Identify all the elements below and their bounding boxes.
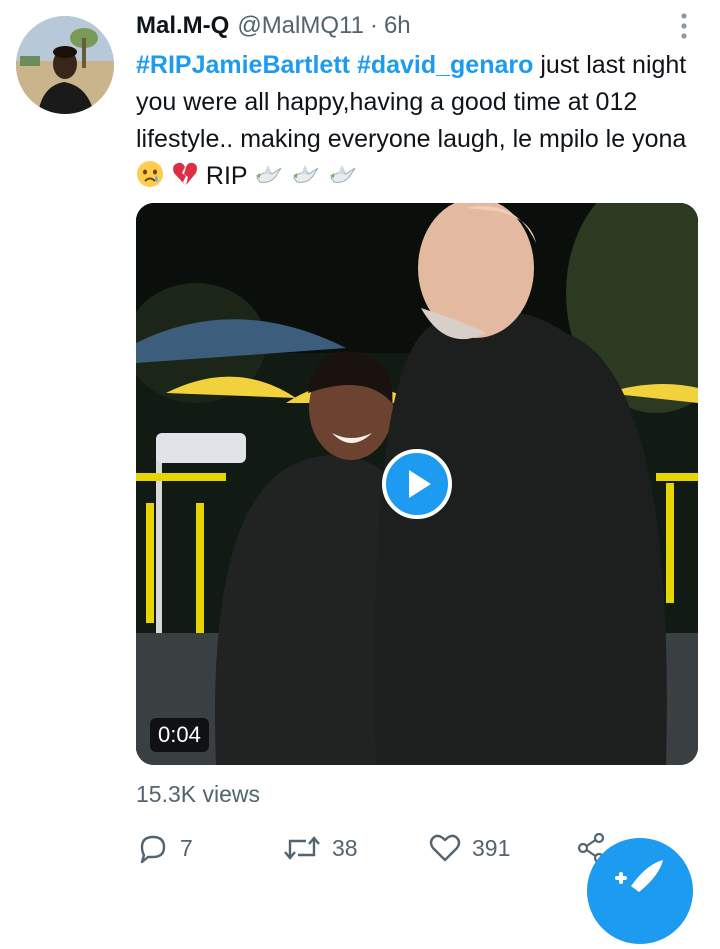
like-button[interactable]: 391 bbox=[428, 826, 510, 870]
play-icon bbox=[409, 470, 431, 498]
display-name[interactable]: Mal.M-Q bbox=[136, 12, 229, 40]
reply-button[interactable]: 7 bbox=[136, 826, 193, 870]
avatar[interactable] bbox=[16, 16, 114, 114]
dove-emoji bbox=[291, 162, 321, 199]
more-options-icon[interactable] bbox=[672, 10, 696, 44]
retweet-icon bbox=[284, 836, 320, 860]
tweet-header: Mal.M-Q @MalMQ11 · 6h bbox=[136, 12, 411, 42]
compose-tweet-button[interactable] bbox=[587, 838, 693, 944]
video-duration: 0:04 bbox=[150, 718, 209, 752]
retweet-count: 38 bbox=[332, 834, 358, 861]
broken-heart-emoji bbox=[171, 160, 199, 199]
compose-icon bbox=[615, 860, 663, 892]
hashtag-rip-jamie-bartlett[interactable]: #RIPJamieBartlett bbox=[136, 51, 350, 79]
reply-count: 7 bbox=[180, 834, 193, 861]
user-handle[interactable]: @MalMQ11 bbox=[237, 12, 364, 40]
tweet-time[interactable]: 6h bbox=[384, 12, 411, 40]
dove-emoji bbox=[328, 162, 358, 199]
tweet-rip-text: RIP bbox=[205, 162, 248, 190]
separator-dot: · bbox=[369, 12, 378, 39]
heart-icon bbox=[429, 834, 461, 862]
hashtag-david-genaro[interactable]: #david_genaro bbox=[357, 51, 533, 79]
tweet-text: #RIPJamieBartlett #david_genaro just las… bbox=[136, 47, 696, 199]
dove-emoji bbox=[254, 162, 284, 199]
play-button[interactable] bbox=[382, 449, 452, 519]
video-player[interactable]: 0:04 bbox=[136, 203, 698, 765]
retweet-button[interactable]: 38 bbox=[282, 826, 358, 870]
crying-face-emoji bbox=[136, 160, 164, 199]
like-count: 391 bbox=[472, 834, 511, 861]
reply-icon bbox=[140, 835, 166, 864]
view-count: 15.3K views bbox=[136, 781, 261, 807]
